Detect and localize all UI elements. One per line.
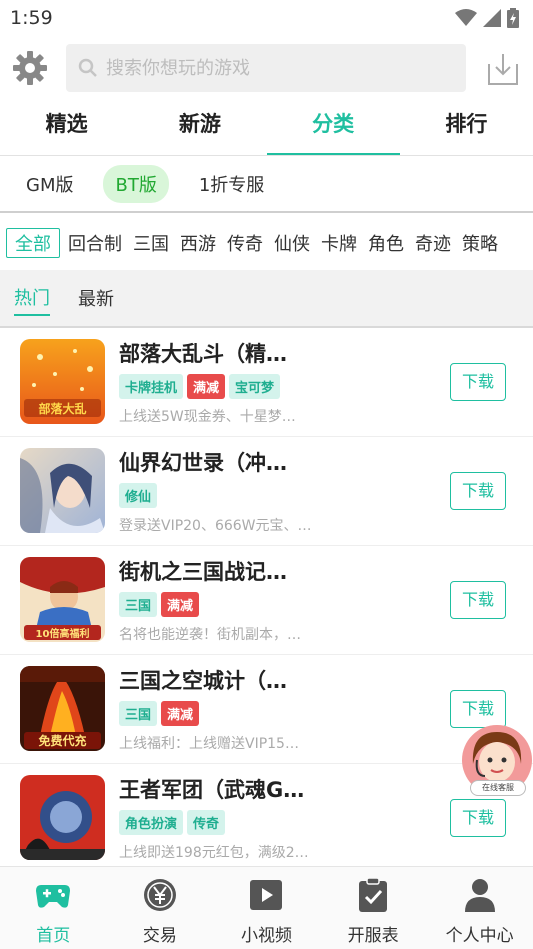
game-description: 登录送VIP20、666W元宝、…: [119, 518, 312, 534]
yen-coin-icon: [143, 879, 176, 911]
download-button[interactable]: 下载: [450, 690, 506, 728]
tab-new-games[interactable]: 新游: [133, 98, 266, 155]
game-icon: 10倍高福利: [20, 557, 105, 642]
signal-icon: [483, 9, 501, 27]
nav-label: 个人中心: [445, 926, 514, 946]
customer-service-label[interactable]: 在线客服: [470, 780, 526, 796]
category-chip[interactable]: 仙侠: [274, 230, 310, 256]
category-chip[interactable]: 传奇: [227, 230, 263, 256]
nav-profile[interactable]: 个人中心: [426, 867, 533, 949]
game-title: 三国之空城计（…: [119, 669, 287, 693]
nav-label: 小视频: [240, 926, 292, 946]
gamepad-icon: [36, 885, 71, 908]
game-list-item[interactable]: 王者军团（武魂G… 角色扮演 传奇 上线即送198元红包，满级2… 下载: [0, 764, 533, 873]
category-chip[interactable]: 回合制: [68, 230, 122, 256]
download-button[interactable]: 下载: [450, 472, 506, 510]
game-tags: 卡牌挂机 满减 宝可梦: [119, 374, 281, 399]
game-tag-sale: 满减: [161, 701, 200, 726]
game-tag-sale: 满减: [187, 374, 226, 399]
search-input[interactable]: [106, 57, 446, 79]
battery-icon: [507, 8, 519, 28]
game-tag: 卡牌挂机: [119, 374, 184, 399]
game-list-item[interactable]: 仙界幻世录（冲… 修仙 登录送VIP20、666W元宝、… 下载: [0, 437, 533, 546]
filter-hot[interactable]: 热门: [14, 280, 50, 316]
nav-label: 开服表: [347, 926, 399, 946]
category-chip[interactable]: 角色: [368, 230, 404, 256]
game-icon: 部落大乱: [20, 339, 105, 424]
status-icons: [455, 8, 519, 28]
download-button[interactable]: 下载: [450, 363, 506, 401]
nav-label: 首页: [36, 926, 71, 946]
tab-featured[interactable]: 精选: [0, 98, 133, 155]
tab-gm-version[interactable]: GM版: [14, 165, 85, 203]
game-icon-caption: 免费代充: [38, 733, 86, 748]
tab-discount-server[interactable]: 1折专服: [187, 165, 276, 203]
nav-server-schedule[interactable]: 开服表: [320, 867, 427, 949]
game-title: 仙界幻世录（冲…: [119, 451, 287, 475]
search-row: [0, 40, 533, 96]
nav-home[interactable]: 首页: [0, 867, 107, 949]
game-tags: 角色扮演 传奇: [119, 810, 226, 835]
status-bar: 1:59: [0, 0, 533, 36]
download-manager-icon[interactable]: [486, 52, 520, 86]
category-filter-row: 全部 回合制 三国 西游 传奇 仙侠 卡牌 角色 奇迹 策略: [0, 216, 533, 270]
game-tags: 三国 满减: [119, 592, 200, 617]
game-icon-caption: 10倍高福利: [36, 627, 90, 640]
game-tag: 三国: [119, 592, 158, 617]
game-icon: 免费代充: [20, 666, 105, 751]
game-list-item[interactable]: 10倍高福利 街机之三国战记… 三国 满减 名将也能逆袭！街机副本，… 下载: [0, 546, 533, 655]
game-tag: 传奇: [187, 810, 226, 835]
game-title: 街机之三国战记…: [119, 560, 287, 584]
game-icon-caption: 部落大乱: [38, 401, 86, 416]
game-tags: 修仙: [119, 483, 158, 508]
tab-bt-version[interactable]: BT版: [103, 165, 169, 203]
version-tabs: GM版 BT版 1折专服: [0, 157, 533, 213]
tab-categories[interactable]: 分类: [266, 98, 401, 155]
game-tag-sale: 满减: [161, 592, 200, 617]
search-icon: [78, 58, 97, 77]
game-icon: [20, 448, 105, 533]
sort-filter-bar: 热门 最新: [0, 270, 533, 328]
nav-short-video[interactable]: 小视频: [213, 867, 320, 949]
category-chip[interactable]: 西游: [180, 230, 216, 256]
download-button[interactable]: 下载: [450, 581, 506, 619]
main-tabs: 精选 新游 分类 排行: [0, 98, 533, 156]
category-chip[interactable]: 三国: [133, 230, 169, 256]
filter-newest[interactable]: 最新: [78, 281, 114, 315]
search-box[interactable]: [66, 44, 466, 92]
game-tags: 三国 满减: [119, 701, 200, 726]
gear-icon[interactable]: [12, 50, 48, 86]
clipboard-check-icon: [359, 877, 388, 912]
category-chip[interactable]: 卡牌: [321, 230, 357, 256]
game-list: 部落大乱 部落大乱斗（精… 卡牌挂机 满减 宝可梦 上线送5W现金券、十星梦… …: [0, 328, 533, 873]
category-chip[interactable]: 奇迹: [415, 230, 451, 256]
wifi-icon: [455, 9, 477, 26]
download-button[interactable]: 下载: [450, 799, 506, 837]
status-time: 1:59: [10, 7, 53, 29]
game-description: 名将也能逆袭！街机副本，…: [119, 627, 301, 643]
category-chip-all[interactable]: 全部: [6, 228, 60, 258]
game-title: 部落大乱斗（精…: [119, 342, 287, 366]
category-chip[interactable]: 策略: [462, 230, 498, 256]
game-description: 上线即送198元红包，满级2…: [119, 845, 309, 861]
game-icon: [20, 775, 105, 860]
bottom-nav: 首页 交易 小视频 开服表 个人中心: [0, 866, 533, 949]
game-tag: 修仙: [119, 483, 158, 508]
game-description: 上线福利：上线赠送VIP15…: [119, 736, 299, 752]
tab-ranking[interactable]: 排行: [400, 98, 533, 155]
nav-label: 交易: [142, 926, 177, 946]
game-list-item[interactable]: 免费代充 三国之空城计（… 三国 满减 上线福利：上线赠送VIP15… 下载: [0, 655, 533, 764]
game-tag: 三国: [119, 701, 158, 726]
game-list-item[interactable]: 部落大乱 部落大乱斗（精… 卡牌挂机 满减 宝可梦 上线送5W现金券、十星梦… …: [0, 328, 533, 437]
game-description: 上线送5W现金券、十星梦…: [119, 409, 296, 425]
game-title: 王者军团（武魂G…: [119, 778, 305, 802]
game-tag: 宝可梦: [229, 374, 281, 399]
play-icon: [250, 880, 283, 910]
person-icon: [464, 879, 495, 912]
game-tag: 角色扮演: [119, 810, 184, 835]
nav-trade[interactable]: 交易: [107, 867, 214, 949]
